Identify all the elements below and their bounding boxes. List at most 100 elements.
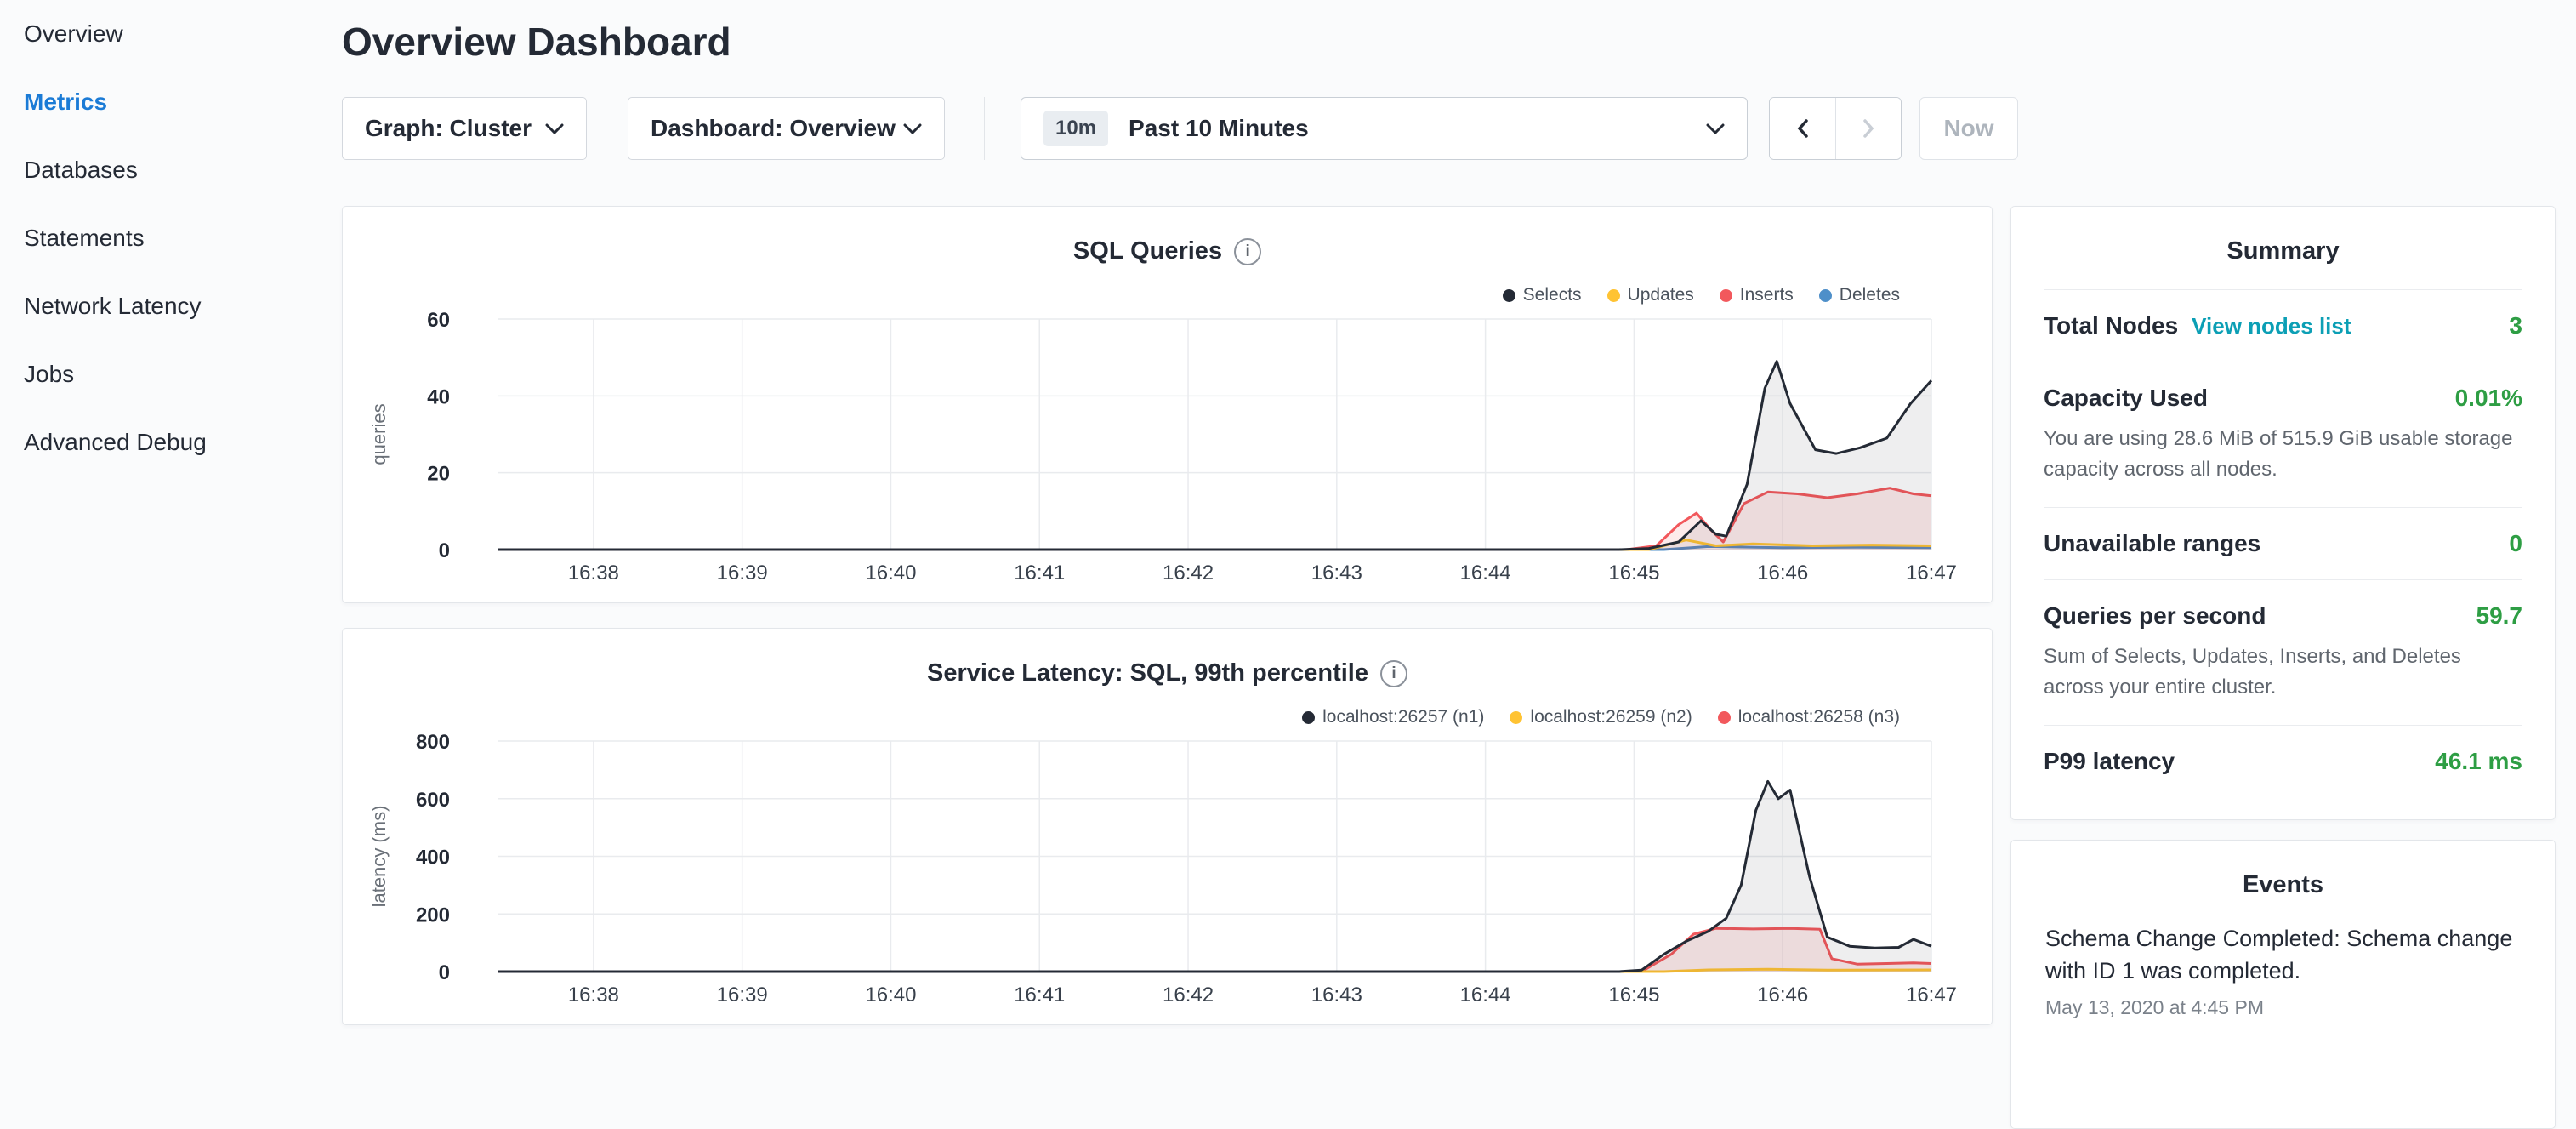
svg-text:200: 200: [416, 904, 450, 927]
event-message: Schema Change Completed: Schema change w…: [2045, 923, 2521, 988]
legend-item[interactable]: Inserts: [1720, 285, 1794, 305]
summary-row-capacity-used: Capacity Used 0.01% You are using 28.6 M…: [2044, 362, 2522, 507]
legend-dot-icon: [1503, 289, 1515, 302]
svg-text:16:43: 16:43: [1311, 984, 1362, 1006]
summary-row-queries-per-second: Queries per second 59.7 Sum of Selects, …: [2044, 579, 2522, 725]
now-button[interactable]: Now: [1919, 97, 2018, 160]
service-latency-chart[interactable]: 020040060080016:3816:3916:4016:4116:4216…: [343, 629, 1992, 1024]
chart-header: Service Latency: SQL, 99th percentile i: [343, 629, 1992, 687]
legend-label: localhost:26257 (n1): [1322, 707, 1484, 727]
sidebar-item-metrics[interactable]: Metrics: [0, 68, 342, 136]
time-range-label: Past 10 Minutes: [1129, 115, 1706, 142]
svg-text:0: 0: [439, 961, 450, 984]
svg-text:16:47: 16:47: [1906, 562, 1957, 584]
legend-item[interactable]: Selects: [1503, 285, 1582, 305]
time-step-buttons: [1769, 97, 1902, 160]
svg-text:16:45: 16:45: [1608, 984, 1659, 1006]
main-content: Overview Dashboard Graph: Cluster Dashbo…: [342, 0, 2576, 1129]
info-icon[interactable]: i: [1234, 238, 1261, 265]
summary-row-label: Queries per second: [2044, 602, 2266, 630]
chart-title: Service Latency: SQL, 99th percentile: [927, 659, 1368, 687]
sidebar-item-jobs[interactable]: Jobs: [0, 340, 342, 408]
summary-row-value: 0: [2509, 530, 2522, 557]
time-window-badge: 10m: [1043, 111, 1108, 146]
summary-row-unavailable-ranges: Unavailable ranges 0: [2044, 507, 2522, 579]
legend-label: Inserts: [1740, 285, 1794, 305]
legend-label: Selects: [1523, 285, 1582, 305]
legend-label: localhost:26258 (n3): [1738, 707, 1900, 727]
summary-row-label: P99 latency: [2044, 748, 2175, 775]
legend-item[interactable]: localhost:26257 (n1): [1302, 707, 1484, 727]
dashboard-selector[interactable]: Dashboard: Overview: [628, 97, 945, 160]
legend-item[interactable]: Deletes: [1819, 285, 1900, 305]
toolbar: Graph: Cluster Dashboard: Overview 10m P…: [342, 97, 2576, 160]
page-title: Overview Dashboard: [342, 19, 2576, 65]
svg-text:16:44: 16:44: [1460, 562, 1511, 584]
svg-text:16:39: 16:39: [717, 562, 768, 584]
events-title: Events: [2011, 841, 2555, 923]
sidebar: Overview Metrics Databases Statements Ne…: [0, 0, 342, 1052]
summary-row-value: 59.7: [2476, 602, 2523, 630]
chevron-right-icon: [1862, 119, 1874, 138]
chart-legend: Selects Updates Inserts Deletes: [1477, 285, 1900, 305]
summary-row-label: Total Nodes: [2044, 312, 2178, 339]
legend-dot-icon: [1819, 289, 1832, 302]
legend-dot-icon: [1720, 289, 1732, 302]
svg-text:16:40: 16:40: [865, 562, 916, 584]
summary-panel: Summary Total Nodes View nodes list 3 Ca…: [2010, 206, 2556, 820]
event-item[interactable]: Schema Change Completed: Schema change w…: [2011, 923, 2555, 1019]
info-icon[interactable]: i: [1380, 660, 1407, 687]
svg-text:20: 20: [427, 463, 450, 486]
summary-row-p99-latency: P99 latency 46.1 ms: [2044, 725, 2522, 797]
time-forward-button[interactable]: [1835, 98, 1901, 159]
svg-text:queries: queries: [368, 403, 390, 465]
legend-item[interactable]: Updates: [1607, 285, 1694, 305]
chevron-down-icon: [903, 123, 922, 134]
svg-text:16:42: 16:42: [1163, 562, 1214, 584]
sidebar-item-statements[interactable]: Statements: [0, 204, 342, 272]
svg-text:16:40: 16:40: [865, 984, 916, 1006]
chevron-down-icon: [1706, 123, 1725, 134]
svg-text:0: 0: [439, 539, 450, 562]
sidebar-item-advanced-debug[interactable]: Advanced Debug: [0, 408, 342, 476]
charts-column: 020406016:3816:3916:4016:4116:4216:4316:…: [342, 206, 1993, 1129]
sidebar-item-databases[interactable]: Databases: [0, 136, 342, 204]
svg-text:16:41: 16:41: [1014, 984, 1065, 1006]
events-panel: Events Schema Change Completed: Schema c…: [2010, 840, 2556, 1129]
svg-text:16:45: 16:45: [1608, 562, 1659, 584]
svg-text:600: 600: [416, 789, 450, 812]
graph-selector[interactable]: Graph: Cluster: [342, 97, 587, 160]
legend-dot-icon: [1302, 711, 1315, 724]
summary-row-value: 0.01%: [2455, 385, 2522, 412]
svg-text:16:39: 16:39: [717, 984, 768, 1006]
sql-queries-chart-panel: 020406016:3816:3916:4016:4116:4216:4316:…: [342, 206, 1993, 603]
chevron-left-icon: [1797, 119, 1809, 138]
sql-queries-chart[interactable]: 020406016:3816:3916:4016:4116:4216:4316:…: [343, 207, 1992, 602]
summary-row-description: You are using 28.6 MiB of 515.9 GiB usab…: [2044, 424, 2522, 485]
svg-text:40: 40: [427, 385, 450, 408]
svg-text:16:46: 16:46: [1757, 984, 1808, 1006]
svg-text:latency (ms): latency (ms): [368, 806, 390, 908]
sidebar-item-network-latency[interactable]: Network Latency: [0, 272, 342, 340]
svg-text:16:43: 16:43: [1311, 562, 1362, 584]
dashboard-selector-label: Dashboard: Overview: [651, 115, 896, 142]
svg-text:16:46: 16:46: [1757, 562, 1808, 584]
sidebar-item-overview[interactable]: Overview: [0, 0, 342, 68]
svg-text:16:41: 16:41: [1014, 562, 1065, 584]
legend-dot-icon: [1510, 711, 1522, 724]
svg-text:60: 60: [427, 309, 450, 332]
view-nodes-list-link[interactable]: View nodes list: [2192, 313, 2351, 339]
summary-row-label: Capacity Used: [2044, 385, 2208, 412]
legend-label: Updates: [1628, 285, 1694, 305]
chevron-down-icon: [545, 123, 564, 134]
legend-item[interactable]: localhost:26258 (n3): [1718, 707, 1900, 727]
summary-title: Summary: [2044, 207, 2522, 289]
legend-dot-icon: [1607, 289, 1620, 302]
chart-header: SQL Queries i: [343, 207, 1992, 265]
time-back-button[interactable]: [1770, 98, 1835, 159]
legend-label: Deletes: [1840, 285, 1900, 305]
right-column: Summary Total Nodes View nodes list 3 Ca…: [2010, 206, 2556, 1129]
time-range-selector[interactable]: 10m Past 10 Minutes: [1021, 97, 1748, 160]
legend-item[interactable]: localhost:26259 (n2): [1510, 707, 1692, 727]
summary-row-description: Sum of Selects, Updates, Inserts, and De…: [2044, 641, 2522, 703]
